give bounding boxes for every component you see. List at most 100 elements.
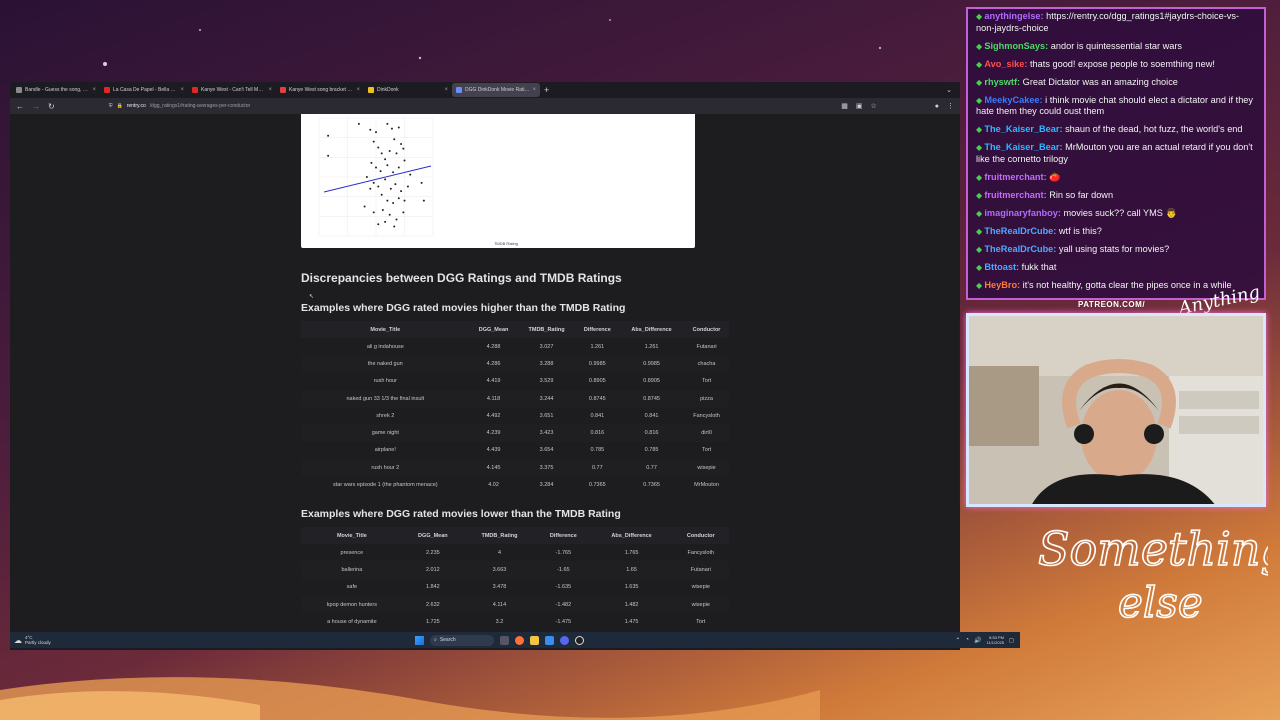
tab-dinkdonk[interactable]: DinkDonk × — [364, 83, 452, 97]
cloud-icon: ☁ — [14, 635, 22, 645]
store-app-icon[interactable] — [545, 635, 554, 645]
network-icon[interactable]: ◔ — [965, 637, 969, 643]
chat-username[interactable]: MeekyCakee: — [984, 95, 1045, 105]
page-content: TMDB Rating Discrepancies between DGG Ra… — [10, 114, 960, 630]
table-cell: 0.8905 — [643, 378, 660, 385]
clock[interactable]: 8:53 PM 11/1/2025 — [987, 635, 1005, 645]
chat-username[interactable]: Avo_sike: — [984, 59, 1030, 69]
notification-icon[interactable]: ◻ — [1009, 637, 1014, 644]
windows-start-icon[interactable] — [415, 635, 424, 645]
taskbar-search[interactable]: ⌕ Search — [430, 634, 494, 646]
table-row: airplane! 4.439 3.654 0.785 0.785 Tort — [301, 442, 729, 459]
chat-username[interactable]: HeyBro: — [984, 280, 1022, 290]
scatter-svg: TMDB Rating — [318, 117, 518, 246]
chat-username[interactable]: rhyswtf: — [984, 77, 1022, 87]
table-cell: Futanari — [672, 561, 729, 579]
chat-username[interactable]: anythingelse: — [984, 11, 1046, 21]
browser-window: Bandle - Guess the song, one i × La Casa … — [10, 82, 960, 650]
webcam-feed — [966, 313, 1266, 507]
speaker-icon[interactable]: 🔊 — [974, 637, 981, 644]
table-cell: 4.419 — [486, 378, 501, 385]
scatter-point — [380, 193, 383, 196]
weather-desc: Partly cloudy — [25, 640, 51, 645]
scatter-point — [403, 199, 406, 202]
close-icon[interactable]: × — [180, 87, 184, 93]
bookmark-star-icon[interactable]: ☆ — [870, 102, 876, 110]
chat-username[interactable]: The_Kaiser_Bear: — [984, 124, 1065, 134]
menu-icon[interactable]: ⋮ — [947, 102, 954, 110]
table-cell: game night — [301, 424, 470, 442]
close-icon[interactable]: × — [92, 87, 96, 93]
table-cell: a house of dynamite — [327, 618, 377, 625]
scatter-point — [390, 127, 393, 130]
tab-favicon — [16, 87, 22, 93]
table-row: ballerina 2.012 3.663 -1.65 1.65 Futanari — [301, 561, 729, 579]
table-cell: 0.9985 — [619, 355, 685, 373]
chat-message: ◆ The_Kaiser_Bear: MrMouton you are an a… — [976, 142, 1256, 165]
table-cell: naked gun 33 1/3 the final insult — [301, 389, 470, 408]
chat-message: ◆ MeekyCakee: i think movie chat should … — [976, 95, 1256, 118]
system-tray: ⌃ ◔ 🔊 8:53 PM 11/1/2025 ◻ — [955, 635, 1014, 645]
reader-icon[interactable]: ▦ — [841, 102, 848, 110]
table-body: ali g indahouse 4.288 3.027 1.261 1.261 Futan… — [301, 338, 729, 494]
chevron-down-icon[interactable]: ⌄ — [946, 86, 952, 94]
scatter-point — [420, 181, 423, 184]
weather-widget[interactable]: ☁ 4°C Partly cloudy — [10, 635, 130, 645]
table-cell: Fancysloth — [687, 549, 715, 556]
column-header: Movie_Title — [301, 321, 470, 338]
chat-text: Great Dictator was an amazing choice — [1022, 76, 1178, 87]
tab-kanye-west[interactable]: Kanye West - Can't Tell Me Not × — [188, 83, 276, 97]
account-icon[interactable]: ● — [935, 103, 939, 110]
chat-username[interactable]: The_Kaiser_Bear: — [984, 142, 1065, 152]
chevron-up-icon[interactable]: ⌃ — [955, 637, 960, 644]
chat-username[interactable]: SighmonSays: — [984, 41, 1050, 51]
close-icon[interactable]: × — [444, 87, 448, 93]
chat-username[interactable]: TheRealDrCube: — [984, 226, 1059, 236]
tab-dgg-rating[interactable]: DGG DinkDonk Movie Rating S × — [452, 83, 540, 97]
close-icon[interactable]: × — [268, 87, 272, 93]
table-cell: rush hour 2 — [301, 459, 470, 477]
new-tab-button[interactable]: + — [544, 85, 549, 95]
close-icon[interactable]: × — [356, 87, 360, 93]
tab-bandle[interactable]: Bandle - Guess the song, one i × — [12, 83, 100, 97]
patreon-label: PATREON.COM/ — [1078, 300, 1146, 309]
scatter-point — [380, 152, 383, 155]
scatter-point — [388, 150, 391, 153]
table-cell: chacha — [684, 355, 729, 373]
scatter-point — [377, 146, 380, 149]
url-bar[interactable]: ⛨ 🔒 rentry.co/dgg_ratings1#rating-averag… — [63, 100, 834, 112]
browser-app-icon[interactable] — [515, 635, 524, 645]
tab-favicon — [368, 87, 374, 93]
task-view-icon[interactable] — [500, 635, 509, 645]
table-cell: 3.284 — [539, 482, 554, 489]
table-cell: -1.475 — [555, 618, 572, 625]
higher-heading: Examples where DGG rated movies higher t… — [301, 302, 626, 314]
discord-app-icon[interactable] — [560, 635, 569, 645]
forward-icon[interactable]: → — [32, 102, 40, 111]
higher-ratings-table: Movie_Title DGG_Mean TMDB_Rating Difference… — [301, 321, 729, 494]
chat-message: ◆ fruitmerchant: 🍅 — [976, 172, 1256, 184]
folder-app-icon[interactable] — [530, 635, 539, 645]
chat-username[interactable]: imaginaryfanboy: — [984, 208, 1063, 218]
column-header: TMDB_Rating — [462, 527, 537, 544]
chat-overlay: ◆ anythingelse: https://rentry.co/dgg_ra… — [966, 7, 1266, 300]
chat-username[interactable]: TheRealDrCube: — [984, 244, 1059, 254]
chat-username[interactable]: fruitmerchant: — [984, 172, 1049, 182]
table-cell: 0.7365 — [588, 482, 606, 489]
scatter-point — [363, 205, 366, 208]
reload-icon[interactable]: ↻ — [48, 102, 55, 111]
chat-text: shaun of the dead, hot fuzz, the world's… — [1065, 124, 1243, 135]
scatter-point — [375, 166, 377, 169]
back-icon[interactable]: ← — [16, 102, 24, 111]
tab-bar: Bandle - Guess the song, one i × La Casa … — [10, 82, 960, 98]
obs-app-icon[interactable] — [575, 635, 584, 645]
table-cell: 3.663 — [462, 561, 537, 579]
chat-username[interactable]: fruitmerchant: — [984, 190, 1049, 200]
chat-username[interactable]: Bttoast: — [984, 262, 1021, 272]
tab-kanye-bracket[interactable]: Kanye West song bracket | Use × — [276, 83, 364, 97]
close-icon[interactable]: × — [532, 87, 536, 93]
table-cell: 4.118 — [469, 389, 518, 408]
tab-la-casa[interactable]: La Casa De Papel - Bella Ciao (L× — [100, 83, 188, 97]
extensions-icon[interactable]: ▣ — [856, 102, 863, 110]
scatter-point — [327, 134, 330, 137]
